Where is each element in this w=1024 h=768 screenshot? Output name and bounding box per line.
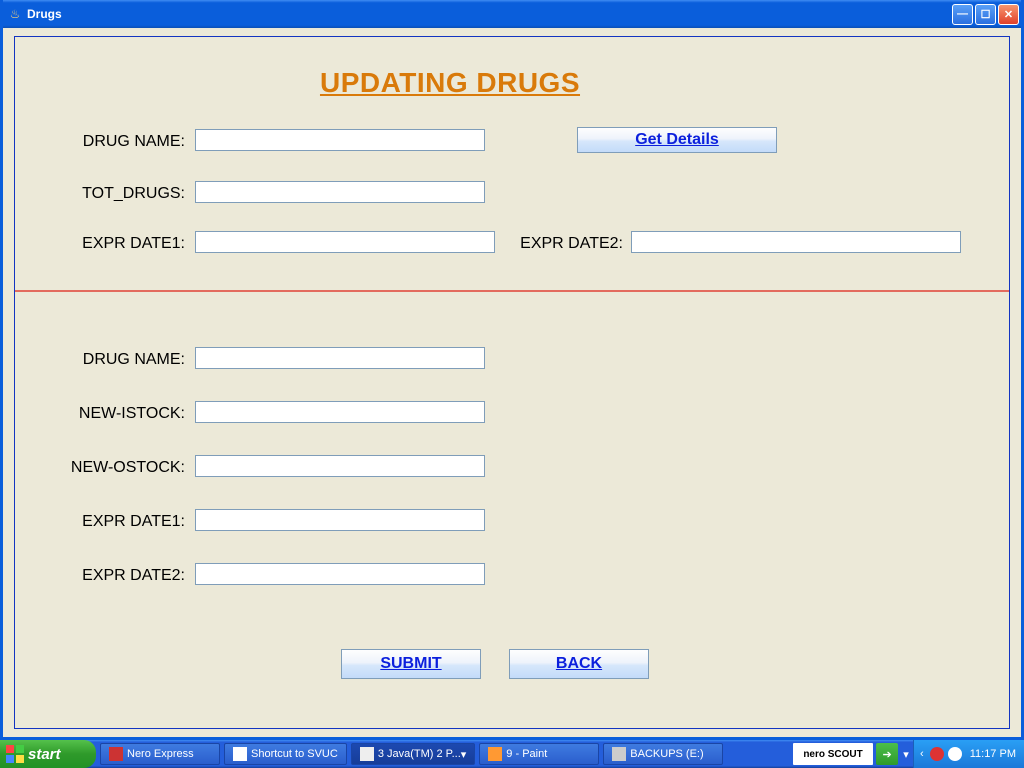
- taskbar-item-nero[interactable]: Nero Express: [100, 743, 220, 765]
- taskbar-item-backups[interactable]: BACKUPS (E:): [603, 743, 723, 765]
- tray-icon[interactable]: [930, 747, 944, 761]
- taskbar-item-paint[interactable]: 9 - Paint: [479, 743, 599, 765]
- java-icon: ♨: [7, 6, 23, 22]
- taskbar-arrow-button[interactable]: ➔: [876, 743, 898, 765]
- new-ostock-input[interactable]: [195, 455, 485, 477]
- minimize-button[interactable]: —: [952, 4, 973, 25]
- nero-icon: [109, 747, 123, 761]
- close-button[interactable]: ✕: [998, 4, 1019, 25]
- expr-date2-label: EXPR DATE2:: [513, 235, 623, 253]
- drug-name-input[interactable]: [195, 129, 485, 151]
- chevron-down-icon: ▾: [903, 748, 909, 761]
- taskbar-item-label: 9 - Paint: [506, 748, 547, 760]
- back-label: BACK: [556, 655, 602, 673]
- expr-date2b-input[interactable]: [195, 563, 485, 585]
- shortcut-icon: [233, 747, 247, 761]
- window-content: UPDATING DRUGS DRUG NAME: Get Details TO…: [3, 28, 1021, 737]
- taskbar-item-label: BACKUPS (E:): [630, 748, 703, 760]
- new-istock-input[interactable]: [195, 401, 485, 423]
- get-details-button[interactable]: Get Details: [577, 127, 777, 153]
- form-panel: UPDATING DRUGS DRUG NAME: Get Details TO…: [14, 36, 1010, 729]
- start-button[interactable]: start: [0, 740, 96, 768]
- arrow-right-icon: ➔: [882, 748, 891, 761]
- taskbar: start Nero Express Shortcut to SVUC 3 Ja…: [0, 740, 1024, 768]
- taskbar-item-label: 3 Java(TM) 2 P...: [378, 748, 461, 760]
- taskbar-item-label: Nero Express: [127, 748, 194, 760]
- tray-icon[interactable]: [948, 747, 962, 761]
- window-title: Drugs: [27, 7, 62, 21]
- back-button[interactable]: BACK: [509, 649, 649, 679]
- taskbar-item-label: Shortcut to SVUC: [251, 748, 338, 760]
- start-label: start: [28, 746, 61, 763]
- submit-button[interactable]: SUBMIT: [341, 649, 481, 679]
- tot-drugs-label: TOT_DRUGS:: [45, 185, 185, 203]
- new-istock-label: NEW-ISTOCK:: [45, 405, 185, 423]
- submit-label: SUBMIT: [380, 655, 441, 673]
- taskbar-clock[interactable]: 11:17 PM: [970, 748, 1016, 760]
- drug-name2-input[interactable]: [195, 347, 485, 369]
- page-title: UPDATING DRUGS: [285, 67, 615, 99]
- nero-scout-label: nero SCOUT: [803, 749, 862, 760]
- drug-name-label: DRUG NAME:: [45, 133, 185, 151]
- app-window: ♨ Drugs — ☐ ✕ UPDATING DRUGS DRUG NAME: …: [0, 0, 1024, 740]
- expr-date2b-label: EXPR DATE2:: [45, 567, 185, 585]
- taskbar-dropdown-button[interactable]: ▾: [899, 740, 913, 768]
- drug-name2-label: DRUG NAME:: [45, 351, 185, 369]
- new-ostock-label: NEW-OSTOCK:: [45, 459, 185, 477]
- expr-date1b-label: EXPR DATE1:: [45, 513, 185, 531]
- maximize-button[interactable]: ☐: [975, 4, 996, 25]
- java-app-icon: [360, 747, 374, 761]
- nero-scout-widget[interactable]: nero SCOUT: [793, 743, 873, 765]
- expr-date1-label: EXPR DATE1:: [45, 235, 185, 253]
- section-divider: [15, 290, 1009, 292]
- drive-icon: [612, 747, 626, 761]
- windows-logo-icon: [6, 745, 24, 763]
- taskbar-item-java[interactable]: 3 Java(TM) 2 P... ▾: [351, 743, 475, 765]
- taskbar-item-shortcut[interactable]: Shortcut to SVUC: [224, 743, 347, 765]
- expr-date1b-input[interactable]: [195, 509, 485, 531]
- expr-date1-input[interactable]: [195, 231, 495, 253]
- system-tray[interactable]: ‹ 11:17 PM: [913, 740, 1024, 768]
- titlebar[interactable]: ♨ Drugs — ☐ ✕: [3, 0, 1021, 28]
- chevron-down-icon: ▾: [461, 748, 467, 761]
- expr-date2-input[interactable]: [631, 231, 961, 253]
- get-details-label: Get Details: [635, 131, 719, 149]
- paint-icon: [488, 747, 502, 761]
- tray-expand-icon[interactable]: ‹: [920, 748, 924, 760]
- tot-drugs-input[interactable]: [195, 181, 485, 203]
